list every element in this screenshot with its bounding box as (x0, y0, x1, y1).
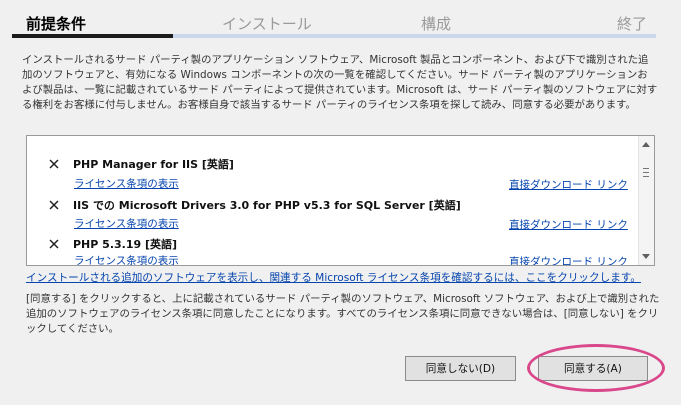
software-list[interactable]: PHP Manager for IIS [英語] ライセンス条項の表示 直接ダウ… (26, 135, 655, 266)
step-install: インストール (222, 15, 312, 33)
license-terms-link[interactable]: ライセンス条項の表示 (74, 176, 179, 191)
view-additional-software-link[interactable]: インストールされる追加のソフトウェアを表示し、関連する Microsoft ライ… (26, 270, 641, 285)
accept-highlight-annotation (527, 344, 665, 392)
step-configure: 構成 (421, 15, 452, 33)
software-list-content: PHP Manager for IIS [英語] ライセンス条項の表示 直接ダウ… (27, 136, 639, 265)
scroll-down-arrow-icon[interactable] (642, 254, 650, 259)
remove-x-icon (49, 239, 59, 249)
direct-download-link[interactable]: 直接ダウンロード リンク (509, 177, 628, 192)
agreement-notice: [同意する] をクリックすると、上に記載されているサード パーティ製のソフトウェ… (26, 293, 660, 335)
list-scrollbar[interactable] (638, 136, 654, 265)
scroll-thumb[interactable] (643, 168, 649, 182)
license-terms-link[interactable]: ライセンス条項の表示 (74, 216, 179, 231)
license-terms-link[interactable]: ライセンス条項の表示 (74, 253, 179, 265)
step-prerequisites: 前提条件 (26, 15, 87, 33)
step-finish: 終了 (617, 15, 648, 33)
item-title: PHP 5.3.19 [英語] (73, 238, 178, 251)
item-title: IIS での Microsoft Drivers 3.0 for PHP v5.… (73, 199, 461, 212)
remove-x-icon (49, 200, 59, 210)
decline-button[interactable]: 同意しない(D) (405, 356, 516, 381)
item-title: PHP Manager for IIS [英語] (73, 158, 234, 171)
direct-download-link[interactable]: 直接ダウンロード リンク (509, 217, 628, 232)
intro-text: インストールされるサード パーティ製のアプリケーション ソフトウェア、Micro… (22, 54, 658, 111)
step-progress-bar (12, 34, 656, 38)
remove-x-icon (49, 159, 59, 169)
scroll-up-arrow-icon[interactable] (642, 142, 650, 147)
direct-download-link[interactable]: 直接ダウンロード リンク (509, 254, 628, 265)
step-progress-fill (12, 34, 173, 38)
wizard-steps: 前提条件 インストール 構成 終了 (0, 0, 681, 42)
